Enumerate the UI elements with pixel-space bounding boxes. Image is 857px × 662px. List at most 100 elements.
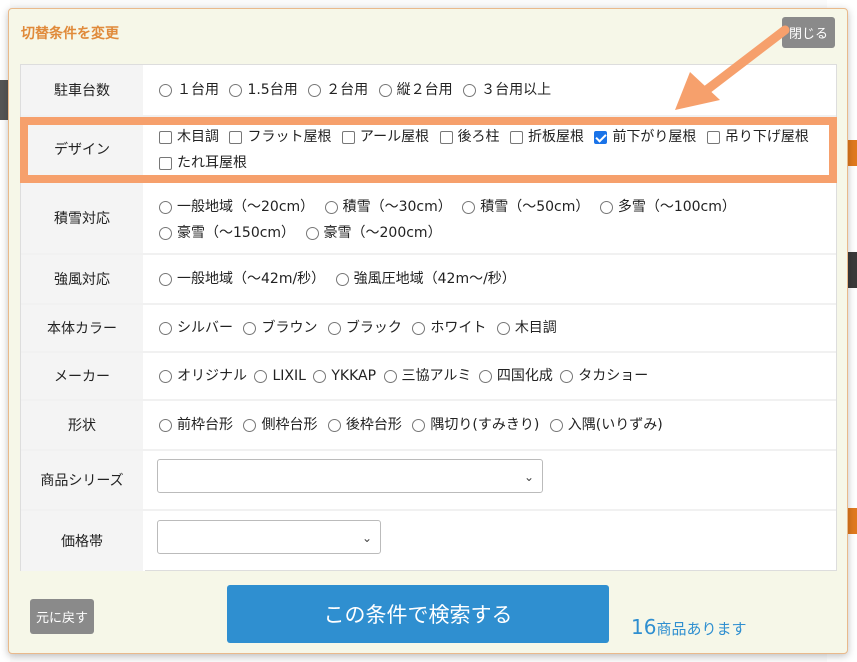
checkbox-icon [341, 131, 355, 144]
close-button[interactable]: 閉じる [781, 17, 835, 48]
design-checkbox-1[interactable]: 木目調 [159, 126, 219, 149]
radio-label: 前枠台形 [177, 417, 233, 433]
design-checkbox-7[interactable]: 吊り下げ屋根 [706, 126, 809, 149]
radio-label: タカショー [578, 368, 649, 384]
parking-radio-5[interactable]: ３台用以上 [463, 79, 551, 102]
radio-label: シルバー [177, 320, 233, 336]
radio-label: 三協アルミ [401, 368, 472, 384]
design-checkbox-8[interactable]: たれ耳屋根 [159, 152, 247, 175]
radio-label: 入隅(いりずみ) [567, 417, 663, 433]
row-maker: メーカー オリジナル LIXIL YKKAP 三協アルミ 四国化成 タカショー [21, 353, 836, 401]
design-options: 木目調 フラット屋根 アール屋根 後ろ柱 折板屋根 前下がり屋根 吊り下げ屋根 … [145, 117, 836, 181]
checkbox-label: 木目調 [177, 129, 219, 145]
checkbox-icon [159, 157, 172, 170]
parking-radio-1[interactable]: １台用 [159, 79, 219, 102]
maker-radio-2[interactable]: LIXIL [254, 365, 306, 388]
design-checkbox-6[interactable]: 前下がり屋根 [594, 126, 696, 149]
shape-radio-5[interactable]: 入隅(いりずみ) [549, 414, 663, 437]
row-label: 駐車台数 [21, 65, 145, 115]
radio-icon [243, 322, 257, 335]
row-design: デザイン 木目調 フラット屋根 アール屋根 後ろ柱 折板屋根 前下がり屋根 吊り… [21, 117, 836, 183]
radio-label: 強風圧地域（42m～/秒） [353, 271, 516, 287]
search-button[interactable]: この条件で検索する [227, 585, 609, 643]
snow-radio-4[interactable]: 多雪（～100cm） [599, 196, 736, 219]
checkbox-icon [159, 131, 172, 144]
radio-label: 一般地域（～42m/秒） [177, 271, 326, 287]
radio-icon [549, 419, 563, 432]
row-wind: 強風対応 一般地域（～42m/秒） 強風圧地域（42m～/秒） [21, 255, 836, 305]
radio-icon [327, 419, 341, 432]
maker-options: オリジナル LIXIL YKKAP 三協アルミ 四国化成 タカショー [145, 353, 836, 399]
radio-label: 後枠台形 [345, 417, 402, 433]
snow-radio-5[interactable]: 豪雪（～150cm） [159, 222, 295, 245]
conditions-table: 駐車台数 １台用 1.5台用 ２台用 縦２台用 ３台用以上 デザイン 木目調 フ… [20, 64, 837, 571]
radio-icon [412, 322, 426, 335]
radio-label: LIXIL [272, 368, 306, 384]
checkbox-label: フラット屋根 [247, 129, 332, 145]
maker-radio-6[interactable]: タカショー [560, 365, 648, 388]
shape-radio-1[interactable]: 前枠台形 [159, 414, 233, 437]
color-radio-3[interactable]: ブラック [327, 317, 402, 340]
design-checkbox-4[interactable]: 後ろ柱 [439, 126, 500, 149]
checkbox-icon [439, 131, 453, 144]
parking-radio-3[interactable]: ２台用 [308, 79, 368, 102]
design-checkbox-5[interactable]: 折板屋根 [509, 126, 584, 149]
shape-options: 前枠台形 側枠台形 後枠台形 隅切り(すみきり) 入隅(いりずみ) [145, 401, 836, 449]
radio-icon [313, 370, 327, 383]
maker-radio-3[interactable]: YKKAP [313, 365, 376, 388]
color-options: シルバー ブラウン ブラック ホワイト 木目調 [145, 305, 836, 351]
radio-label: 隅切り(すみきり) [430, 417, 540, 433]
radio-icon [159, 227, 172, 240]
maker-radio-1[interactable]: オリジナル [159, 365, 247, 388]
chevron-down-icon: ⌄ [361, 531, 372, 545]
radio-icon [159, 322, 172, 335]
radio-icon [254, 370, 268, 383]
snow-radio-6[interactable]: 豪雪（～200cm） [305, 222, 442, 245]
radio-label: 一般地域（～20cm） [177, 199, 315, 215]
radio-label: １台用 [177, 82, 219, 98]
reset-button[interactable]: 元に戻す [30, 599, 95, 634]
color-radio-2[interactable]: ブラウン [243, 317, 317, 340]
modal-title: 切替条件を変更 [21, 26, 119, 42]
snow-options: 一般地域（～20cm） 積雪（～30cm） 積雪（～50cm） 多雪（～100c… [145, 183, 836, 253]
shape-radio-3[interactable]: 後枠台形 [327, 414, 402, 437]
parking-radio-2[interactable]: 1.5台用 [229, 79, 298, 102]
radio-label: ホワイト [430, 320, 487, 336]
shape-radio-4[interactable]: 隅切り(すみきり) [412, 414, 539, 437]
wind-radio-1[interactable]: 一般地域（～42m/秒） [159, 268, 325, 291]
radio-icon [159, 419, 172, 432]
checkbox-label: 折板屋根 [527, 129, 584, 145]
maker-radio-5[interactable]: 四国化成 [478, 365, 553, 388]
color-radio-5[interactable]: 木目調 [496, 317, 557, 340]
radio-label: 積雪（～30cm） [342, 199, 452, 215]
wind-radio-2[interactable]: 強風圧地域（42m～/秒） [335, 268, 516, 291]
parking-radio-4[interactable]: 縦２台用 [378, 79, 453, 102]
design-checkbox-2[interactable]: フラット屋根 [229, 126, 331, 149]
radio-icon [159, 370, 172, 383]
checkbox-label: アール屋根 [359, 129, 430, 145]
snow-radio-3[interactable]: 積雪（～50cm） [462, 196, 589, 219]
price-select[interactable]: ⌄ [157, 520, 381, 554]
row-parking: 駐車台数 １台用 1.5台用 ２台用 縦２台用 ３台用以上 [21, 65, 836, 117]
row-color: 本体カラー シルバー ブラウン ブラック ホワイト 木目調 [21, 305, 836, 353]
maker-radio-4[interactable]: 三協アルミ [383, 365, 472, 388]
radio-icon [560, 370, 574, 383]
radio-icon [383, 370, 397, 383]
shape-radio-2[interactable]: 側枠台形 [243, 414, 317, 437]
color-radio-1[interactable]: シルバー [159, 317, 233, 340]
radio-icon [378, 84, 392, 97]
snow-radio-1[interactable]: 一般地域（～20cm） [159, 196, 314, 219]
radio-label: 積雪（～50cm） [480, 199, 590, 215]
checkbox-label: 吊り下げ屋根 [724, 129, 809, 145]
radio-icon [159, 273, 172, 286]
radio-label: 豪雪（～150cm） [177, 225, 296, 241]
color-radio-4[interactable]: ホワイト [412, 317, 486, 340]
radio-icon [159, 84, 172, 97]
radio-icon [478, 370, 492, 383]
series-select[interactable]: ⌄ [157, 459, 543, 493]
snow-radio-2[interactable]: 積雪（～30cm） [324, 196, 452, 219]
wind-options: 一般地域（～42m/秒） 強風圧地域（42m～/秒） [145, 255, 836, 303]
design-checkbox-3[interactable]: アール屋根 [341, 126, 430, 149]
radio-icon [305, 227, 319, 240]
row-label: 本体カラー [21, 305, 145, 351]
